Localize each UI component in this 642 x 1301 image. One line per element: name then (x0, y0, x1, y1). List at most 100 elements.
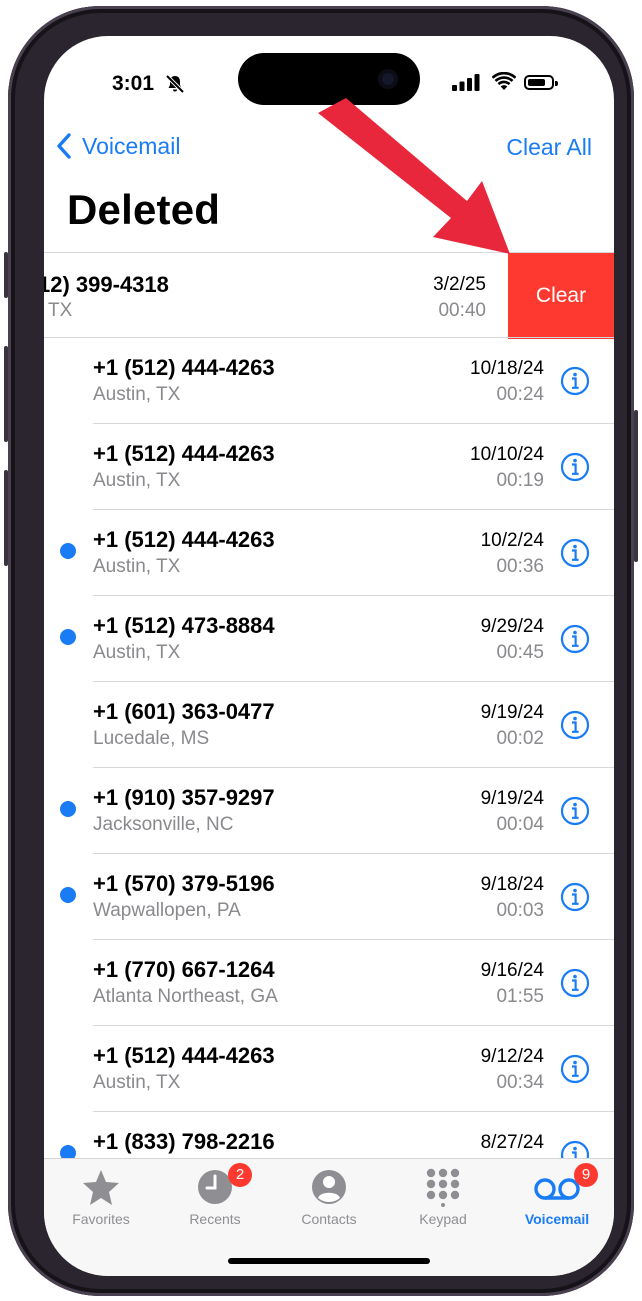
keypad-icon (426, 1168, 460, 1207)
voicemail-date: 8/27/24 (480, 1132, 544, 1153)
silent-bell-icon (165, 74, 185, 94)
caller-number: +1 (512) 444-4263 (93, 527, 275, 552)
tab-contacts[interactable]: Contacts (272, 1167, 386, 1227)
info-icon[interactable] (560, 1054, 590, 1084)
camera-icon (378, 69, 398, 89)
caller-number: +1 (833) 798-2216 (93, 1129, 275, 1154)
voicemail-date: 9/12/24 (480, 1046, 544, 1067)
back-label: Voicemail (82, 132, 181, 159)
info-icon[interactable] (560, 366, 590, 396)
voicemail-duration: 00:45 (496, 642, 544, 663)
caller-location: Jacksonville, NC (93, 814, 234, 835)
caller-number: +1 (512) 473-8884 (93, 613, 275, 638)
volume-up-button (4, 346, 8, 442)
recents-badge: 2 (228, 1163, 252, 1187)
info-icon[interactable] (560, 710, 590, 740)
voicemail-date: 9/19/24 (480, 788, 544, 809)
voicemail-row[interactable]: +1 (512) 444-4263 Austin, TX 10/18/24 00:24 (44, 338, 614, 424)
voicemail-row[interactable]: +1 (910) 357-9297 Jacksonville, NC 9/19/24… (44, 768, 614, 854)
voicemail-date: 9/18/24 (480, 874, 544, 895)
voicemail-duration: 00:02 (496, 728, 544, 749)
caller-number: +1 (601) 363-0477 (93, 699, 275, 724)
voicemail-date: 9/16/24 (480, 960, 544, 981)
tab-label: Contacts (301, 1211, 357, 1227)
voicemail-duration: 00:34 (496, 1072, 544, 1093)
swiped-voicemail-row[interactable]: 12) 399-4318 TX 3/2/25 00:40 Clear (44, 252, 614, 339)
caller-number: +1 (512) 444-4263 (93, 1043, 275, 1068)
tab-recents[interactable]: 2 Recents (158, 1163, 272, 1227)
caller-number: +1 (512) 444-4263 (93, 441, 275, 466)
unread-dot (60, 801, 76, 817)
voicemail-row[interactable]: +1 (512) 444-4263 Austin, TX 10/2/24 00:36 (44, 510, 614, 596)
caller-number: +1 (910) 357-9297 (93, 785, 275, 810)
voicemail-date: 9/19/24 (480, 702, 544, 723)
caller-location: Austin, TX (93, 1072, 181, 1093)
caller-number: +1 (512) 444-4263 (93, 355, 275, 380)
voicemail-duration: 01:55 (496, 986, 544, 1007)
info-icon[interactable] (560, 968, 590, 998)
caller-location: Austin, TX (93, 470, 181, 491)
unread-dot (60, 543, 76, 559)
tab-favorites[interactable]: Favorites (44, 1167, 158, 1227)
info-icon[interactable] (560, 452, 590, 482)
voicemail-row[interactable]: +1 (570) 379-5196 Wapwallopen, PA 9/18/24 0… (44, 854, 614, 940)
voicemail-date: 3/2/25 (433, 274, 486, 295)
clear-all-button[interactable]: Clear All (506, 134, 592, 161)
tab-label: Keypad (419, 1211, 467, 1227)
caller-number: +1 (570) 379-5196 (93, 871, 275, 896)
home-indicator (228, 1258, 430, 1264)
voicemail-date: 10/10/24 (470, 444, 544, 465)
caller-location: Austin, TX (93, 556, 181, 577)
tab-label: Favorites (72, 1211, 130, 1227)
voicemail-date: 10/2/24 (480, 530, 544, 551)
tab-keypad[interactable]: Keypad (386, 1167, 500, 1227)
star-icon (83, 1170, 119, 1205)
info-icon[interactable] (560, 538, 590, 568)
voicemail-duration: 00:24 (496, 384, 544, 405)
volume-down-button (4, 470, 8, 566)
tab-label: Recents (189, 1211, 241, 1227)
voicemail-row[interactable]: +1 (770) 667-1264 Atlanta Northeast, GA 9/… (44, 940, 614, 1026)
caller-number: +1 (770) 667-1264 (93, 957, 275, 982)
cellular-signal-icon (452, 74, 480, 91)
status-time: 3:01 (112, 72, 155, 95)
voicemail-duration: 00:19 (496, 470, 544, 491)
tab-label: Voicemail (524, 1211, 590, 1227)
voicemail-row[interactable]: +1 (512) 473-8884 Austin, TX 9/29/24 00:45 (44, 596, 614, 682)
caller-location: Atlanta Northeast, GA (93, 986, 278, 1007)
tab-voicemail[interactable]: 9 Voicemail (500, 1163, 614, 1227)
caller-location: Wapwallopen, PA (93, 900, 241, 921)
voicemail-date: 9/29/24 (480, 616, 544, 637)
back-button[interactable]: Voicemail (56, 132, 180, 160)
phone-frame: 3:01 Voicemail Clear All Deleted 12) 399… (4, 6, 638, 1296)
caller-location: TX (48, 300, 73, 321)
unread-dot (60, 629, 76, 645)
voicemail-duration: 00:03 (496, 900, 544, 921)
voicemail-list: 12) 399-4318 TX 3/2/25 00:40 Clear +1 (5… (44, 252, 614, 1198)
info-icon[interactable] (560, 882, 590, 912)
caller-location: Austin, TX (93, 384, 181, 405)
voicemail-duration: 00:36 (496, 556, 544, 577)
voicemail-row[interactable]: +1 (512) 444-4263 Austin, TX 10/10/24 00:19 (44, 424, 614, 510)
caller-location: Austin, TX (93, 642, 181, 663)
voicemail-row[interactable]: +1 (512) 444-4263 Austin, TX 9/12/24 00:34 (44, 1026, 614, 1112)
dynamic-island (238, 53, 420, 105)
voicemail-duration: 00:40 (438, 300, 486, 321)
voicemail-badge: 9 (574, 1163, 598, 1187)
voicemail-date: 10/18/24 (470, 358, 544, 379)
voicemail-duration: 00:04 (496, 814, 544, 835)
info-icon[interactable] (560, 796, 590, 826)
unread-dot (60, 887, 76, 903)
voicemail-row[interactable]: +1 (601) 363-0477 Lucedale, MS 9/19/24 00:0… (44, 682, 614, 768)
wifi-icon (492, 72, 516, 90)
screen: 3:01 Voicemail Clear All Deleted 12) 399… (44, 36, 614, 1276)
clear-button[interactable]: Clear (508, 253, 614, 339)
chevron-left-icon (57, 133, 71, 159)
power-button (634, 410, 638, 562)
info-icon[interactable] (560, 624, 590, 654)
caller-location: Lucedale, MS (93, 728, 210, 749)
battery-icon (524, 75, 558, 90)
action-button (4, 252, 8, 298)
caller-number: 12) 399-4318 (44, 272, 169, 297)
page-title: Deleted (67, 186, 221, 233)
